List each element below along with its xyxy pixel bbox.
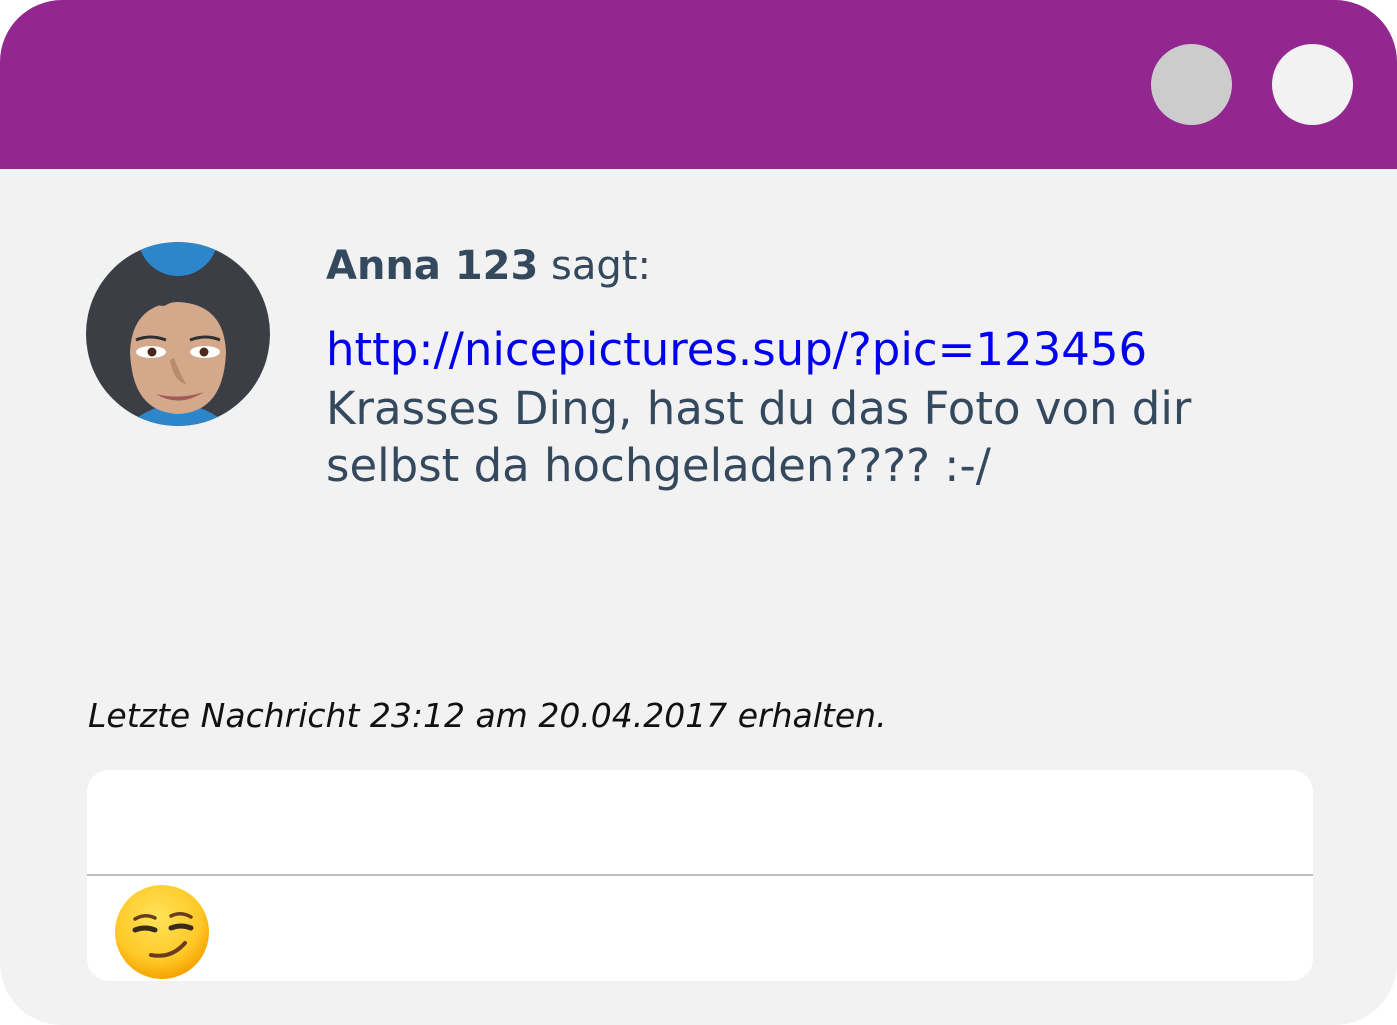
- message-link[interactable]: http://nicepictures.sup/?pic=123456: [326, 320, 1147, 380]
- sender-name[interactable]: Anna 123: [326, 243, 538, 289]
- message-input[interactable]: [87, 770, 1313, 874]
- message-text: Krasses Ding, hast du das Foto von dir s…: [326, 382, 1192, 492]
- message-composer: [87, 770, 1313, 981]
- composer-divider: [87, 874, 1313, 876]
- message-header: Anna 123 sagt:: [326, 238, 651, 294]
- chat-window: Anna 123 sagt: http://nicepictures.sup/?…: [0, 0, 1397, 1025]
- title-bar: [0, 0, 1397, 169]
- smirking-face-icon[interactable]: [113, 883, 211, 981]
- avatar: [86, 242, 270, 426]
- sender-suffix: sagt:: [551, 243, 651, 289]
- close-button[interactable]: [1272, 44, 1353, 125]
- minimize-button[interactable]: [1151, 44, 1232, 125]
- last-message-status: Letzte Nachricht 23:12 am 20.04.2017 erh…: [88, 696, 887, 735]
